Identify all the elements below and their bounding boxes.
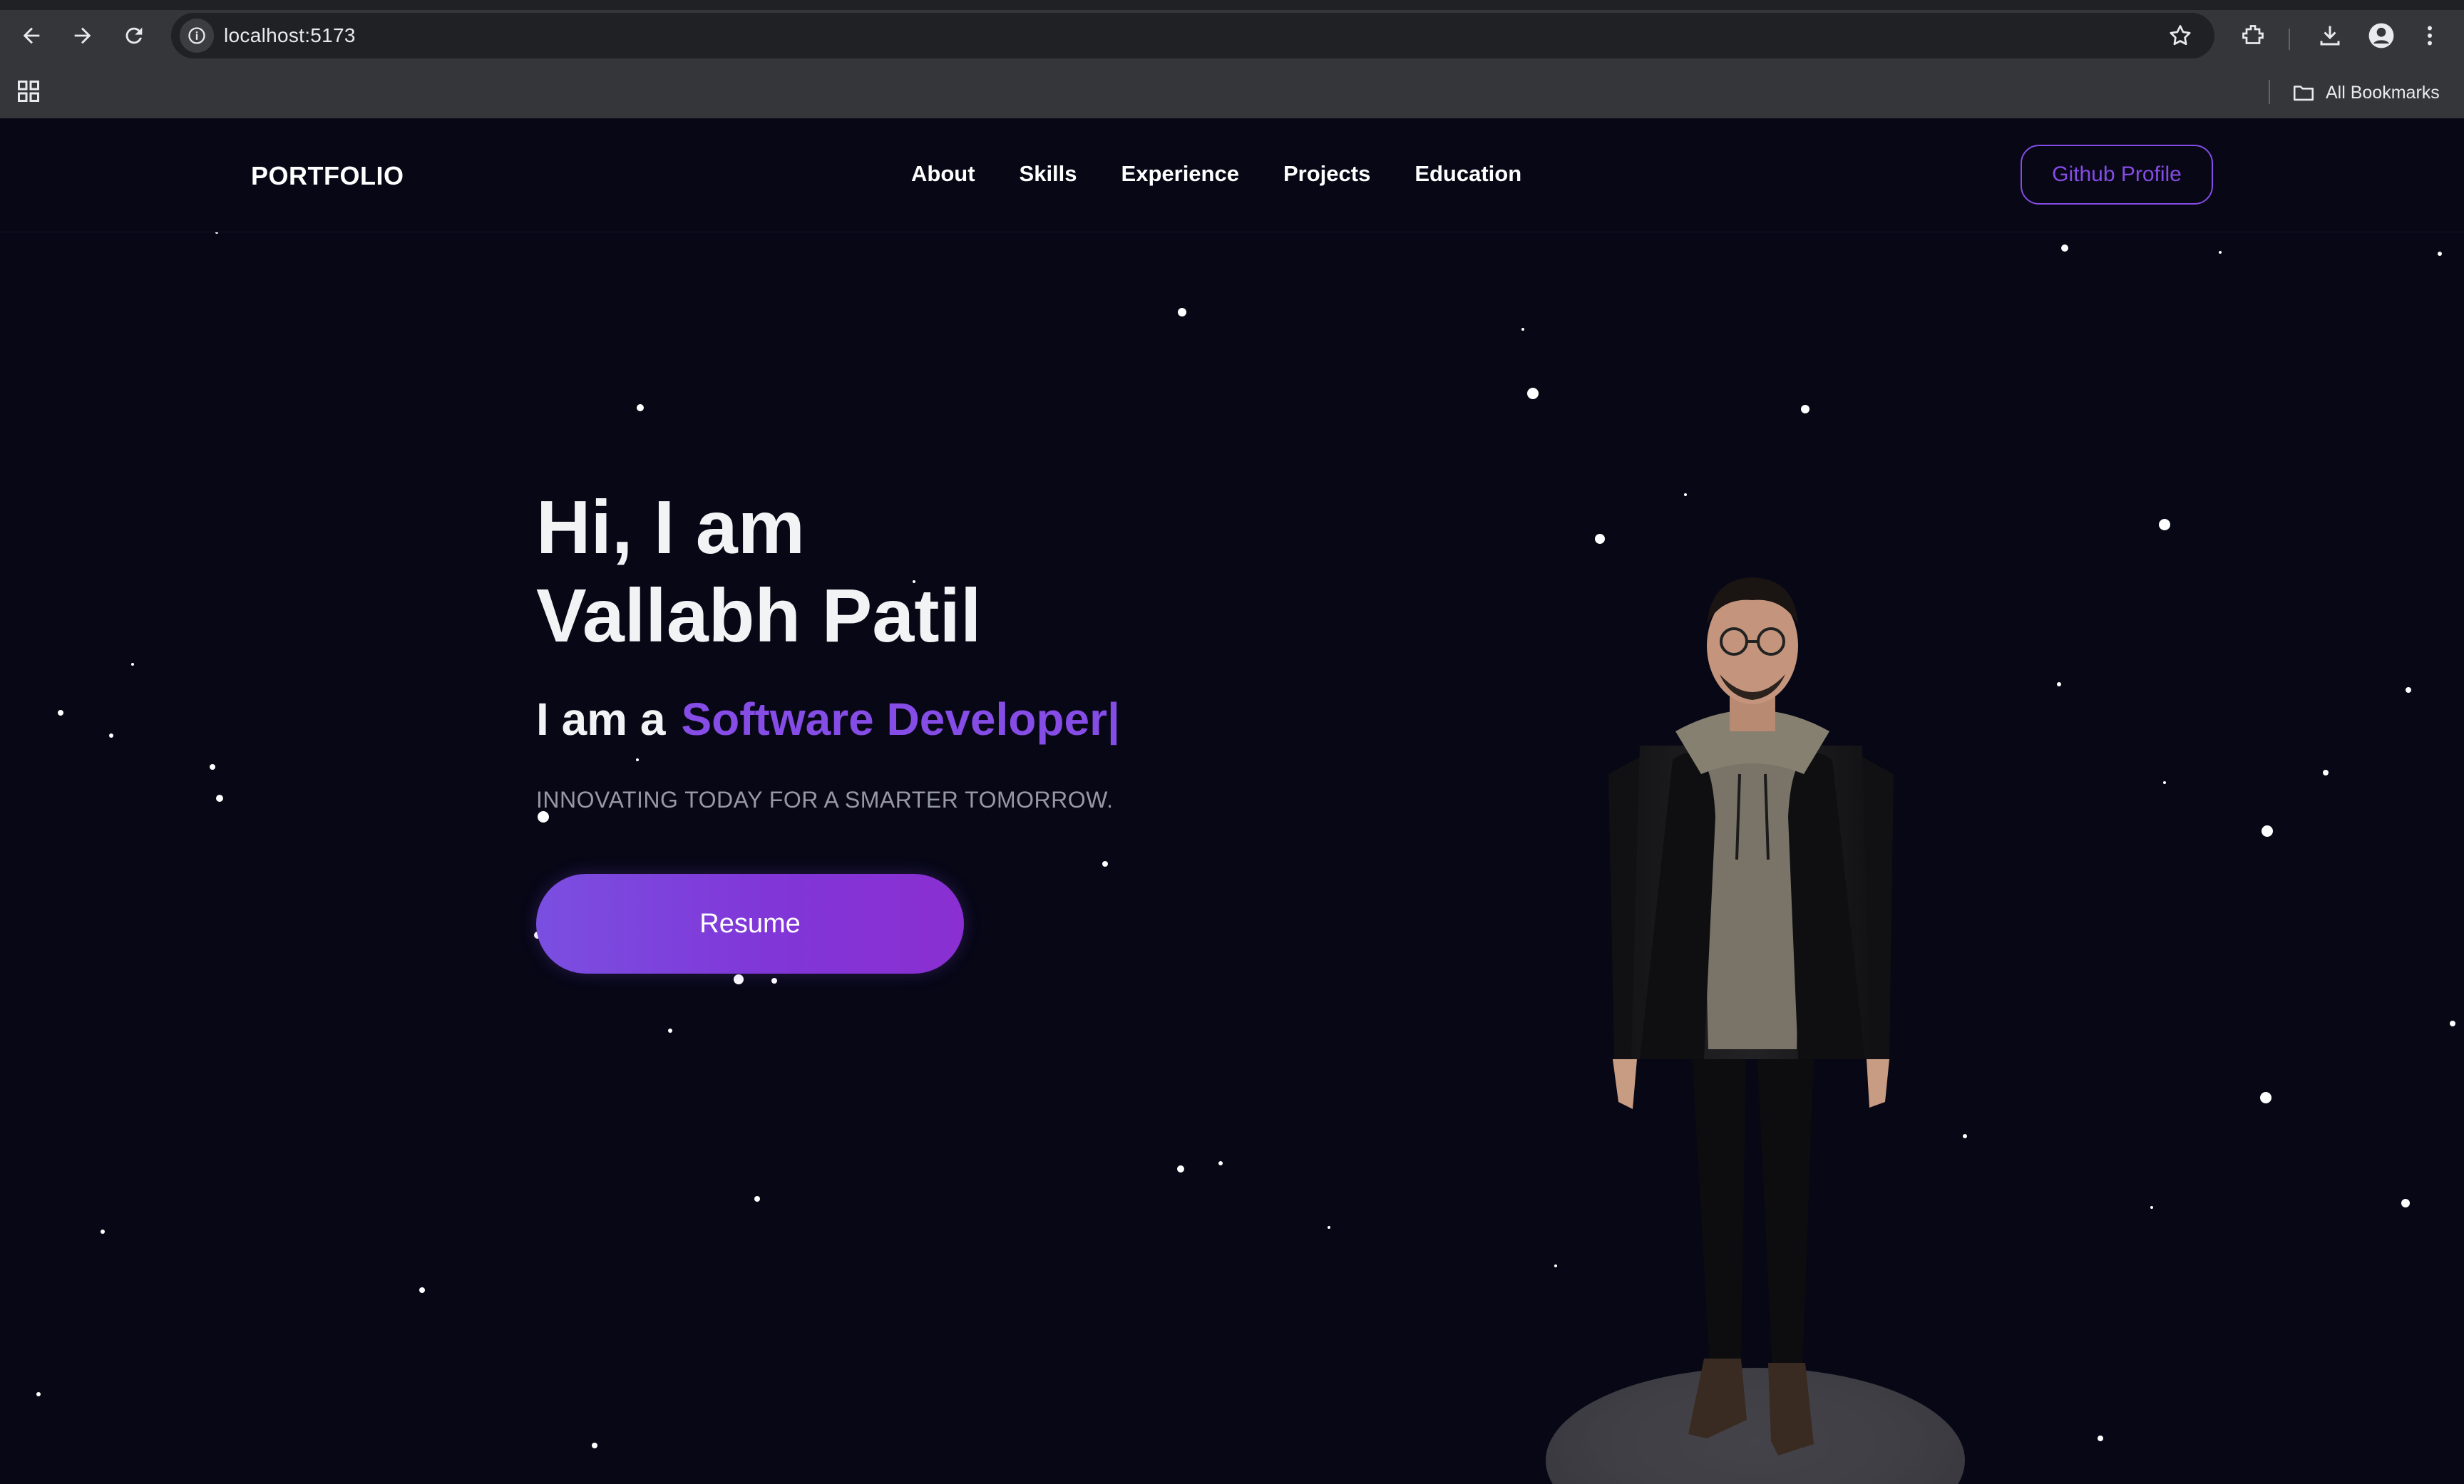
browser-toolbar: localhost:5173 (0, 10, 2464, 61)
menu-icon[interactable] (2414, 20, 2445, 51)
bookmarks-bar: All Bookmarks (0, 67, 2464, 118)
all-bookmarks-label: All Bookmarks (2326, 82, 2440, 103)
hero-title: Hi, I am Vallabh Patil (536, 483, 1392, 660)
download-icon[interactable] (2314, 20, 2346, 51)
back-button[interactable] (11, 16, 51, 56)
reload-button[interactable] (114, 16, 154, 56)
url-text[interactable]: localhost:5173 (224, 24, 356, 47)
forward-button[interactable] (63, 16, 103, 56)
address-bar[interactable]: localhost:5173 (171, 13, 2214, 58)
extensions-icon[interactable] (2237, 20, 2269, 51)
hero-title-line-1: Hi, I am (536, 485, 806, 570)
browser-chrome: localhost:5173 All Bookmarks (0, 0, 2464, 118)
subtitle-prefix: I am a (536, 694, 666, 745)
typewriter-role: Software Developer (681, 694, 1107, 745)
nav-link-about[interactable]: About (911, 161, 975, 187)
site-info-icon[interactable] (180, 19, 214, 53)
all-bookmarks-button[interactable]: All Bookmarks (2291, 78, 2440, 107)
bookmarks-divider (2269, 80, 2270, 104)
forward-icon (74, 27, 91, 44)
nav-link-experience[interactable]: Experience (1121, 161, 1239, 187)
profile-icon[interactable] (2366, 20, 2397, 51)
reload-icon (125, 27, 143, 44)
resume-button[interactable]: Resume (536, 874, 964, 974)
typewriter-cursor: | (1107, 694, 1120, 745)
star-icon[interactable] (2167, 23, 2193, 48)
apps-icon[interactable] (16, 78, 41, 104)
github-profile-button[interactable]: Github Profile (2021, 145, 2213, 205)
nav-link-skills[interactable]: Skills (1020, 161, 1077, 187)
nav-link-education[interactable]: Education (1415, 161, 1521, 187)
nav-link-projects[interactable]: Projects (1283, 161, 1370, 187)
hero-name: Vallabh Patil (536, 574, 982, 658)
hero-tagline: INNOVATING TODAY FOR A SMARTER TOMORROW. (536, 787, 1114, 813)
site-navbar: PORTFOLIO About Skills Experience Projec… (0, 118, 2464, 232)
nav-links: About Skills Experience Projects Educati… (911, 161, 1521, 187)
portfolio-page: PORTFOLIO About Skills Experience Projec… (0, 118, 2464, 1484)
starfield-background (36, 231, 2455, 1448)
folder-icon (2293, 86, 2314, 101)
back-icon (23, 27, 40, 44)
hero-subtitle: I am a Software Developer| (536, 693, 1120, 746)
toolbar-divider (2289, 29, 2290, 50)
tab-strip (0, 0, 2464, 10)
avatar-3d-model[interactable] (1533, 517, 1975, 1484)
site-logo[interactable]: PORTFOLIO (251, 161, 404, 191)
